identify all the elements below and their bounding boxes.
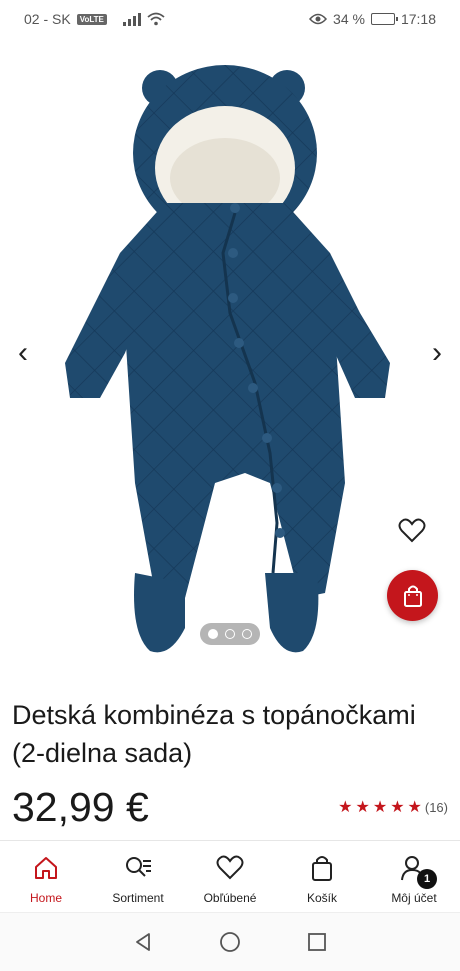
status-bar: 02 - SK VoLTE 34 % 17:18	[0, 0, 460, 38]
product-gallery[interactable]: ‹ ›	[0, 38, 460, 680]
heart-icon	[215, 853, 245, 883]
star-icon: ★	[355, 799, 370, 816]
star-icon: ★	[390, 799, 405, 816]
back-triangle-icon	[136, 933, 151, 951]
previous-image-button[interactable]: ‹	[18, 338, 28, 368]
pagination-dot[interactable]	[208, 629, 218, 639]
square-icon	[307, 933, 326, 951]
product-price: 32,99 €	[12, 784, 149, 830]
nav-cart[interactable]: Košík	[276, 841, 368, 912]
back-button[interactable]	[128, 927, 158, 957]
shopping-bag-icon	[403, 585, 422, 607]
pagination-dot[interactable]	[225, 629, 235, 639]
star-icon: ★	[372, 799, 388, 816]
nav-account-label: Môj účet	[391, 891, 437, 905]
gallery-pagination[interactable]	[200, 623, 260, 645]
volte-icon: VoLTE	[76, 13, 107, 25]
recent-apps-button[interactable]	[302, 927, 332, 957]
rating-count: (16)	[424, 799, 448, 815]
circle-icon	[220, 932, 240, 952]
nav-home[interactable]: Home	[0, 841, 92, 912]
product-image[interactable]	[55, 53, 405, 673]
user-icon: 1	[399, 853, 437, 889]
nav-favorites-label: Obľúbené	[203, 891, 257, 905]
clock: 17:18	[400, 11, 436, 27]
star-icon: ★	[338, 799, 353, 816]
status-right: 34 % 17:18	[309, 11, 436, 27]
status-left: 02 - SK VoLTE	[24, 11, 165, 27]
nav-home-label: Home	[29, 891, 62, 905]
signal-icon	[122, 12, 141, 26]
carrier-name: 02 - SK	[24, 11, 71, 27]
search-list-icon	[123, 853, 153, 883]
wifi-icon	[147, 12, 165, 26]
next-image-button[interactable]: ›	[432, 338, 442, 368]
nav-sortiment[interactable]: Sortiment	[92, 841, 184, 912]
home-icon	[31, 853, 61, 883]
nav-sortiment-label: Sortiment	[112, 891, 164, 905]
nav-favorites[interactable]: Obľúbené	[184, 841, 276, 912]
add-to-favorites-heart-icon[interactable]	[398, 518, 426, 544]
pagination-dot[interactable]	[242, 629, 252, 639]
product-title: Detská kombinéza s topánočkami (2-dielna…	[12, 700, 416, 768]
battery-percent: 34 %	[333, 11, 365, 27]
product-rating[interactable]: ★ ★ ★ ★ ★ (16)	[338, 797, 448, 817]
star-icon: ★	[407, 799, 422, 816]
nav-account[interactable]: 1 Môj účet	[368, 841, 460, 912]
bottom-navigation: Home Sortiment Obľúbené Košík 1 Môj účet	[0, 840, 460, 912]
shopping-bag-icon	[307, 853, 337, 883]
home-system-button[interactable]	[215, 927, 245, 957]
nav-cart-label: Košík	[306, 891, 337, 905]
battery-icon	[370, 13, 398, 25]
add-to-cart-button[interactable]	[387, 570, 438, 621]
cart-count-badge: 1	[417, 869, 437, 889]
system-navigation-bar	[0, 912, 460, 971]
eye-comfort-icon	[309, 13, 328, 25]
